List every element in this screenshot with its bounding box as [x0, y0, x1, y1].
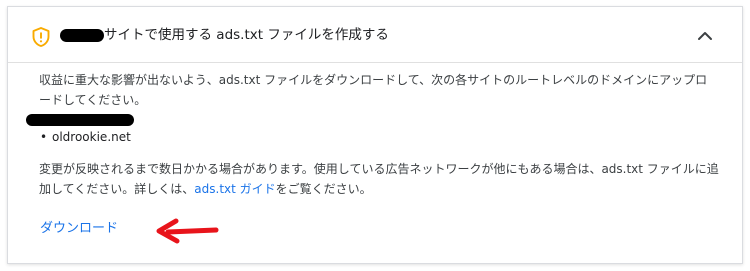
- note-text-before: 変更が反映されるまで数日かかる場合があります。使用している広告ネットワークが他に…: [39, 162, 719, 196]
- note-text: 変更が反映されるまで数日かかる場合があります。使用している広告ネットワークが他に…: [39, 159, 719, 199]
- redacted-site-name: [60, 29, 104, 42]
- site-list: • oldrookie.net: [40, 128, 131, 146]
- ads-txt-card: サイトで使用する ads.txt ファイルを作成する 収益に重大な影響が出ないよ…: [7, 6, 743, 264]
- ads-txt-guide-link[interactable]: ads.txt ガイド: [194, 182, 275, 196]
- card-header[interactable]: サイトで使用する ads.txt ファイルを作成する: [8, 7, 742, 63]
- intro-text: 収益に重大な影響が出ないよう、ads.txt ファイルをダウンロードして、次の各…: [39, 73, 708, 107]
- note-text-after: をご覧ください。: [275, 182, 372, 196]
- card-title: サイトで使用する ads.txt ファイルを作成する: [104, 27, 389, 43]
- list-item: • oldrookie.net: [40, 128, 131, 146]
- redacted-site-label: [26, 114, 134, 126]
- download-button[interactable]: ダウンロード: [32, 214, 126, 244]
- site-name: oldrookie.net: [52, 130, 131, 144]
- red-arrow-left-icon: [156, 218, 219, 244]
- warning-shield-icon: [32, 27, 50, 47]
- chevron-up-icon[interactable]: [694, 25, 716, 47]
- bullet-icon: •: [40, 130, 48, 144]
